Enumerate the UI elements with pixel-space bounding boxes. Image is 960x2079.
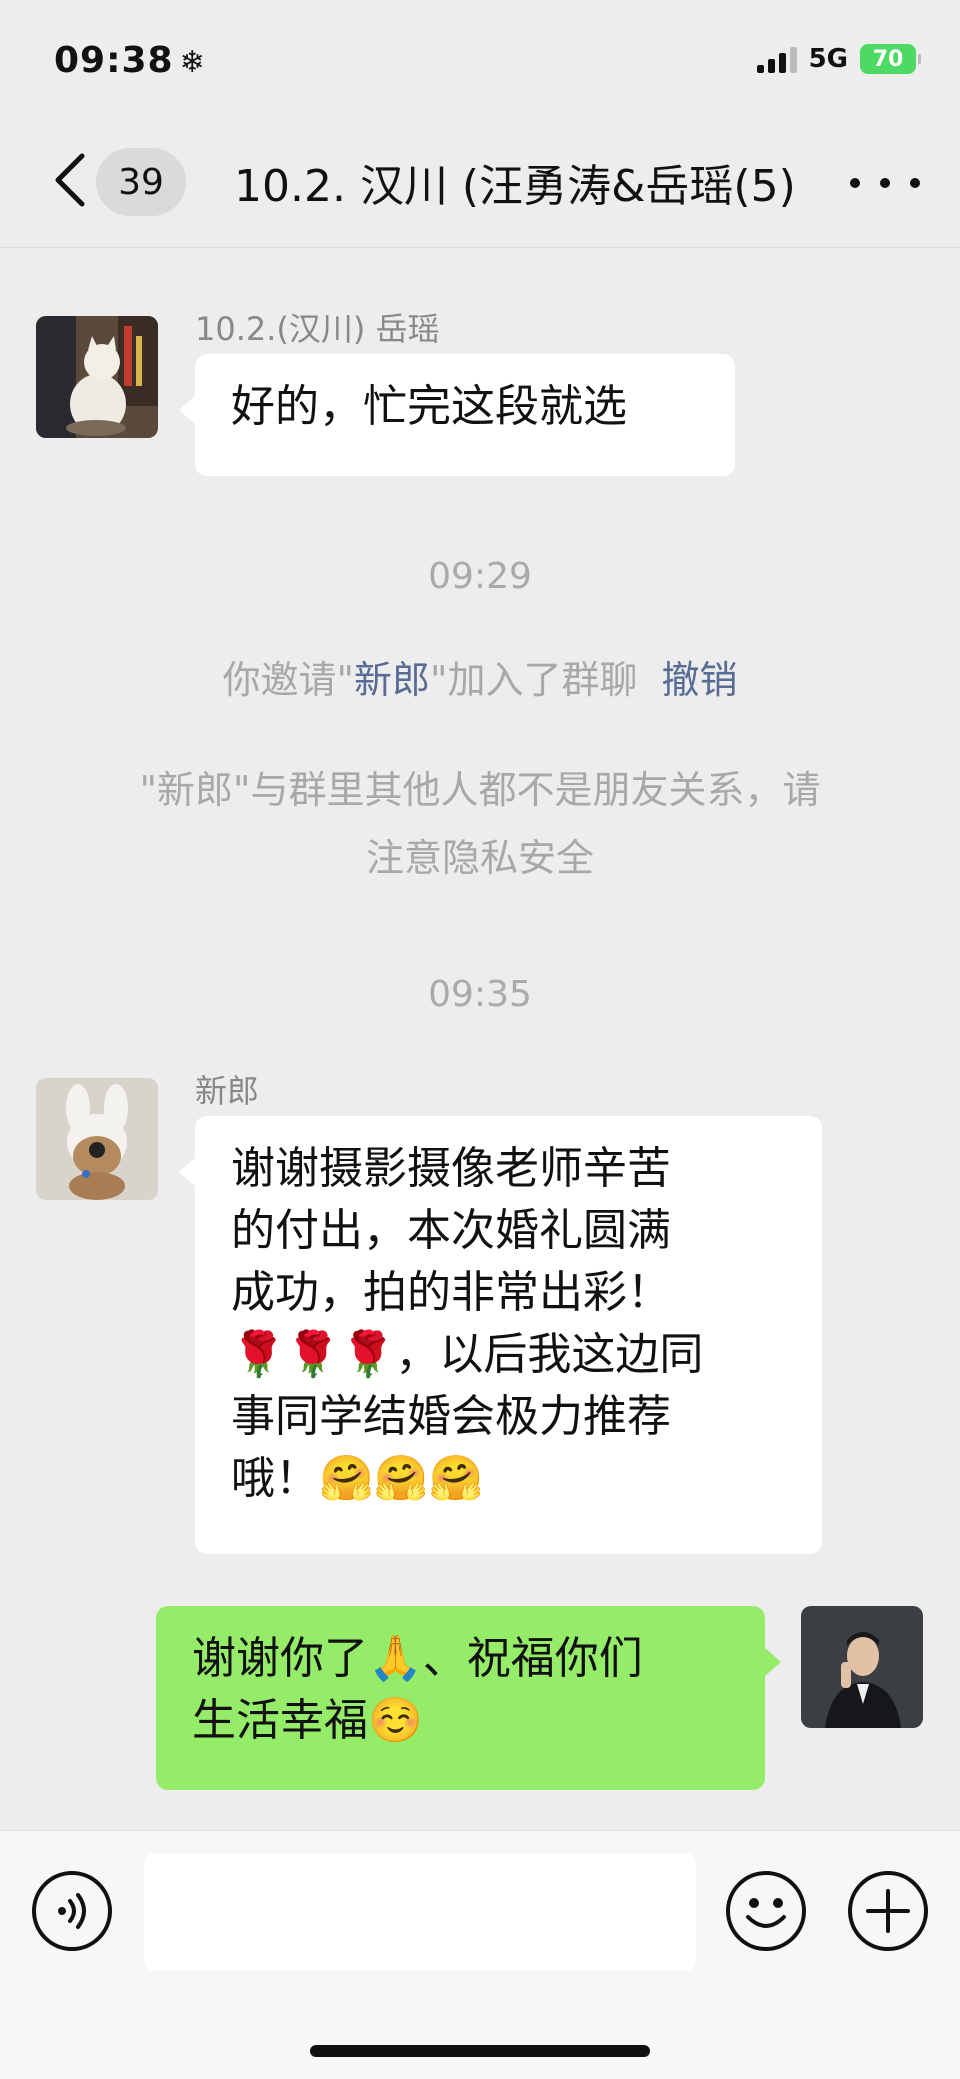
status-bar: 09:38 ❄ 5G 70 xyxy=(0,0,960,120)
message-bubble[interactable]: 好的，忙完这段就选 xyxy=(179,354,735,476)
message-line: 🌹🌹🌹，以后我这边同 xyxy=(231,1329,704,1380)
sender-name: 新郎 xyxy=(195,1072,260,1110)
input-bar xyxy=(0,1830,960,2079)
plus-icon xyxy=(866,1889,910,1933)
battery-level: 70 xyxy=(872,46,904,72)
nav-bar: 39 10.2. 汉川 (汪勇涛&岳瑶(5) xyxy=(0,120,960,248)
snowflake-icon: ❄ xyxy=(179,45,206,80)
unread-count-badge[interactable]: 39 xyxy=(96,148,186,216)
voice-icon xyxy=(58,1893,86,1929)
signal-icon xyxy=(756,45,797,73)
message-line: 哦！🤗🤗🤗 xyxy=(231,1453,484,1504)
chevron-left-icon xyxy=(55,153,85,207)
message-line: 事同学结婚会极力推荐 xyxy=(231,1391,671,1442)
timestamp: 09:35 xyxy=(428,974,532,1015)
back-button[interactable] xyxy=(40,150,100,210)
home-indicator[interactable] xyxy=(310,2045,650,2057)
message-text: 好的，忙完这段就选 xyxy=(231,381,627,432)
system-invite-message: 你邀请"新郎"加入了群聊 撤销 xyxy=(222,658,738,702)
clock-label: 09:38 xyxy=(54,40,174,81)
own-message-bubble[interactable]: 谢谢你了🙏、祝福你们 生活幸福☺️ xyxy=(156,1606,781,1790)
avatar-yueyao[interactable] xyxy=(36,316,158,438)
undo-link[interactable]: 撤销 xyxy=(661,658,737,702)
emoji-button[interactable] xyxy=(726,1871,806,1951)
timestamp: 09:29 xyxy=(428,556,532,597)
message-line: 谢谢摄影摄像老师辛苦 xyxy=(231,1143,671,1194)
emoji-icon xyxy=(746,1898,786,1928)
message-line: 成功，拍的非常出彩！ xyxy=(231,1267,671,1318)
chat-title[interactable]: 10.2. 汉川 (汪勇涛&岳瑶(5) xyxy=(234,150,794,214)
avatar-groom[interactable] xyxy=(36,1078,158,1200)
more-icon xyxy=(850,178,860,188)
clipped-system-text xyxy=(0,230,960,248)
message-input[interactable] xyxy=(144,1853,696,1971)
privacy-notice: "新郎"与群里其他人都不是朋友关系，请 注意隐私安全 xyxy=(139,768,821,880)
voice-button[interactable] xyxy=(32,1871,112,1951)
battery-icon: 70 xyxy=(860,44,921,74)
message-line: 的付出，本次婚礼圆满 xyxy=(231,1205,671,1256)
cat-photo-avatar xyxy=(36,316,158,438)
sender-name: 10.2.(汉川) 岳瑶 xyxy=(195,310,440,348)
status-time: 09:38 ❄ xyxy=(54,40,206,81)
status-indicators: 5G 70 xyxy=(756,44,921,74)
plus-button[interactable] xyxy=(848,1871,928,1951)
network-label: 5G xyxy=(808,44,848,74)
message-line: 谢谢你了🙏、祝福你们 xyxy=(192,1633,643,1684)
plush-dog-avatar xyxy=(36,1078,158,1200)
message-line: 生活幸福☺️ xyxy=(192,1695,423,1746)
message-bubble[interactable]: 谢谢摄影摄像老师辛苦 的付出，本次婚礼圆满 成功，拍的非常出彩！ 🌹🌹🌹，以后我… xyxy=(179,1116,822,1554)
avatar-self[interactable] xyxy=(801,1606,923,1728)
more-button[interactable] xyxy=(850,158,920,208)
invitee-link[interactable]: 新郎 xyxy=(354,658,430,702)
man-portrait-avatar xyxy=(801,1606,923,1728)
